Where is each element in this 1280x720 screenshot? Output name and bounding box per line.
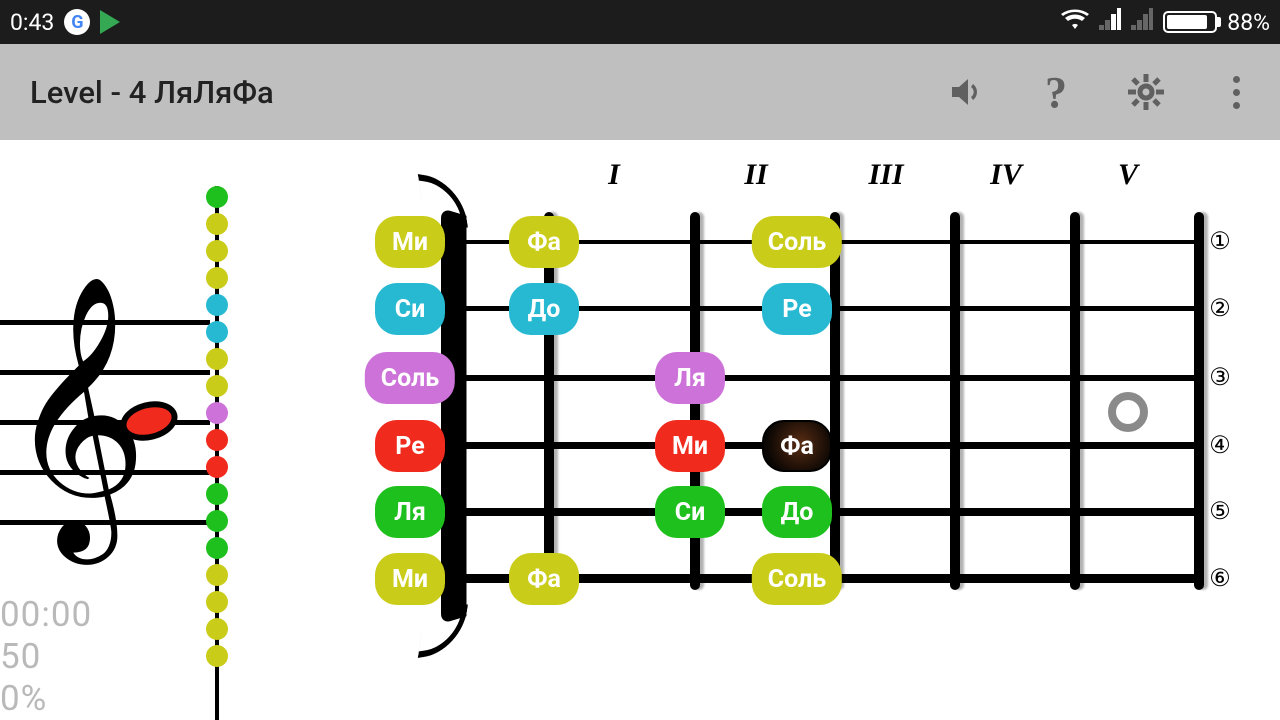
- game-stats: 00:00 50 0%: [0, 594, 92, 720]
- scale-dot: [206, 321, 228, 343]
- fret-wire: [544, 212, 554, 590]
- signal-icon: [1099, 8, 1121, 36]
- android-status-bar: 0:43 G 88%: [0, 0, 1280, 44]
- status-time: 0:43: [10, 9, 54, 36]
- stat-count: 50: [0, 636, 92, 678]
- fret-wire: [1070, 212, 1080, 590]
- fret-wire: [1194, 212, 1204, 590]
- help-button[interactable]: ?: [1036, 72, 1076, 112]
- page-title: Level - 4 ЛяЛяФа: [30, 74, 274, 111]
- string-3: [448, 375, 1200, 381]
- fret-wire: [950, 212, 960, 590]
- scale-dot: [206, 267, 228, 289]
- scale-dot: [206, 564, 228, 586]
- scale-dot: [206, 429, 228, 451]
- fret-roman: III: [868, 158, 903, 192]
- fret-roman: II: [744, 158, 767, 192]
- stat-time: 00:00: [0, 594, 92, 636]
- note-chip[interactable]: Ре: [762, 283, 832, 335]
- note-chip[interactable]: Ля: [375, 486, 445, 538]
- fret-wire: [830, 212, 840, 590]
- note-chip[interactable]: Си: [655, 486, 725, 538]
- main-area: 𝄞 00:00 50 0% IIIIIIIVV ①②③④⑤⑥МиФаСольСи…: [0, 140, 1280, 720]
- scale-dot: [206, 645, 228, 667]
- note-scale-dots: [198, 186, 238, 720]
- note-chip[interactable]: До: [509, 283, 579, 335]
- fretboard-panel: IIIIIIIVV ①②③④⑤⑥МиФаСольСиДоРеСольЛяРеМи…: [370, 140, 1280, 720]
- note-chip[interactable]: Ми: [375, 553, 445, 605]
- scale-dot: [206, 294, 228, 316]
- fret-roman: I: [608, 158, 620, 192]
- fret-number-row: IIIIIIIVV: [370, 158, 1200, 198]
- scale-dot: [206, 456, 228, 478]
- scale-dot: [206, 618, 228, 640]
- note-chip[interactable]: Си: [375, 283, 445, 335]
- fretboard: IIIIIIIVV ①②③④⑤⑥МиФаСольСиДоРеСольЛяРеМи…: [370, 180, 1235, 720]
- note-chip[interactable]: Ми: [375, 216, 445, 268]
- fret-inlay: [1108, 392, 1148, 432]
- fret-roman: IV: [990, 158, 1022, 192]
- play-store-icon: [100, 10, 120, 34]
- guitar-nut: [441, 208, 467, 624]
- scale-dot: [206, 213, 228, 235]
- note-chip[interactable]: Соль: [752, 216, 842, 268]
- sound-button[interactable]: [946, 72, 986, 112]
- note-chip[interactable]: Фа: [509, 553, 579, 605]
- note-chip[interactable]: Соль: [752, 553, 842, 605]
- note-chip[interactable]: Соль: [365, 352, 455, 404]
- scale-dot: [206, 483, 228, 505]
- note-chip[interactable]: Ля: [655, 352, 725, 404]
- scale-dot: [206, 537, 228, 559]
- string-number: ①: [1205, 227, 1235, 257]
- string-number: ③: [1205, 363, 1235, 393]
- scale-dot: [206, 240, 228, 262]
- stat-percent: 0%: [0, 678, 92, 720]
- wifi-icon: [1061, 8, 1089, 36]
- scale-dot: [206, 348, 228, 370]
- scale-dot: [206, 510, 228, 532]
- note-chip[interactable]: До: [762, 486, 832, 538]
- string-number: ④: [1205, 431, 1235, 461]
- string-number: ⑤: [1205, 497, 1235, 527]
- note-chip[interactable]: Фа: [762, 420, 832, 472]
- google-icon: G: [64, 9, 90, 35]
- note-chip[interactable]: Фа: [509, 216, 579, 268]
- scale-dot: [206, 591, 228, 613]
- string-number: ②: [1205, 294, 1235, 324]
- note-chip[interactable]: Ре: [375, 420, 445, 472]
- scale-dot: [206, 186, 228, 208]
- scale-dot: [206, 375, 228, 397]
- left-panel: 𝄞 00:00 50 0%: [0, 140, 370, 720]
- string-number: ⑥: [1205, 564, 1235, 594]
- note-chip[interactable]: Ми: [655, 420, 725, 472]
- app-bar: Level - 4 ЛяЛяФа ?: [0, 44, 1280, 140]
- scale-dot: [206, 402, 228, 424]
